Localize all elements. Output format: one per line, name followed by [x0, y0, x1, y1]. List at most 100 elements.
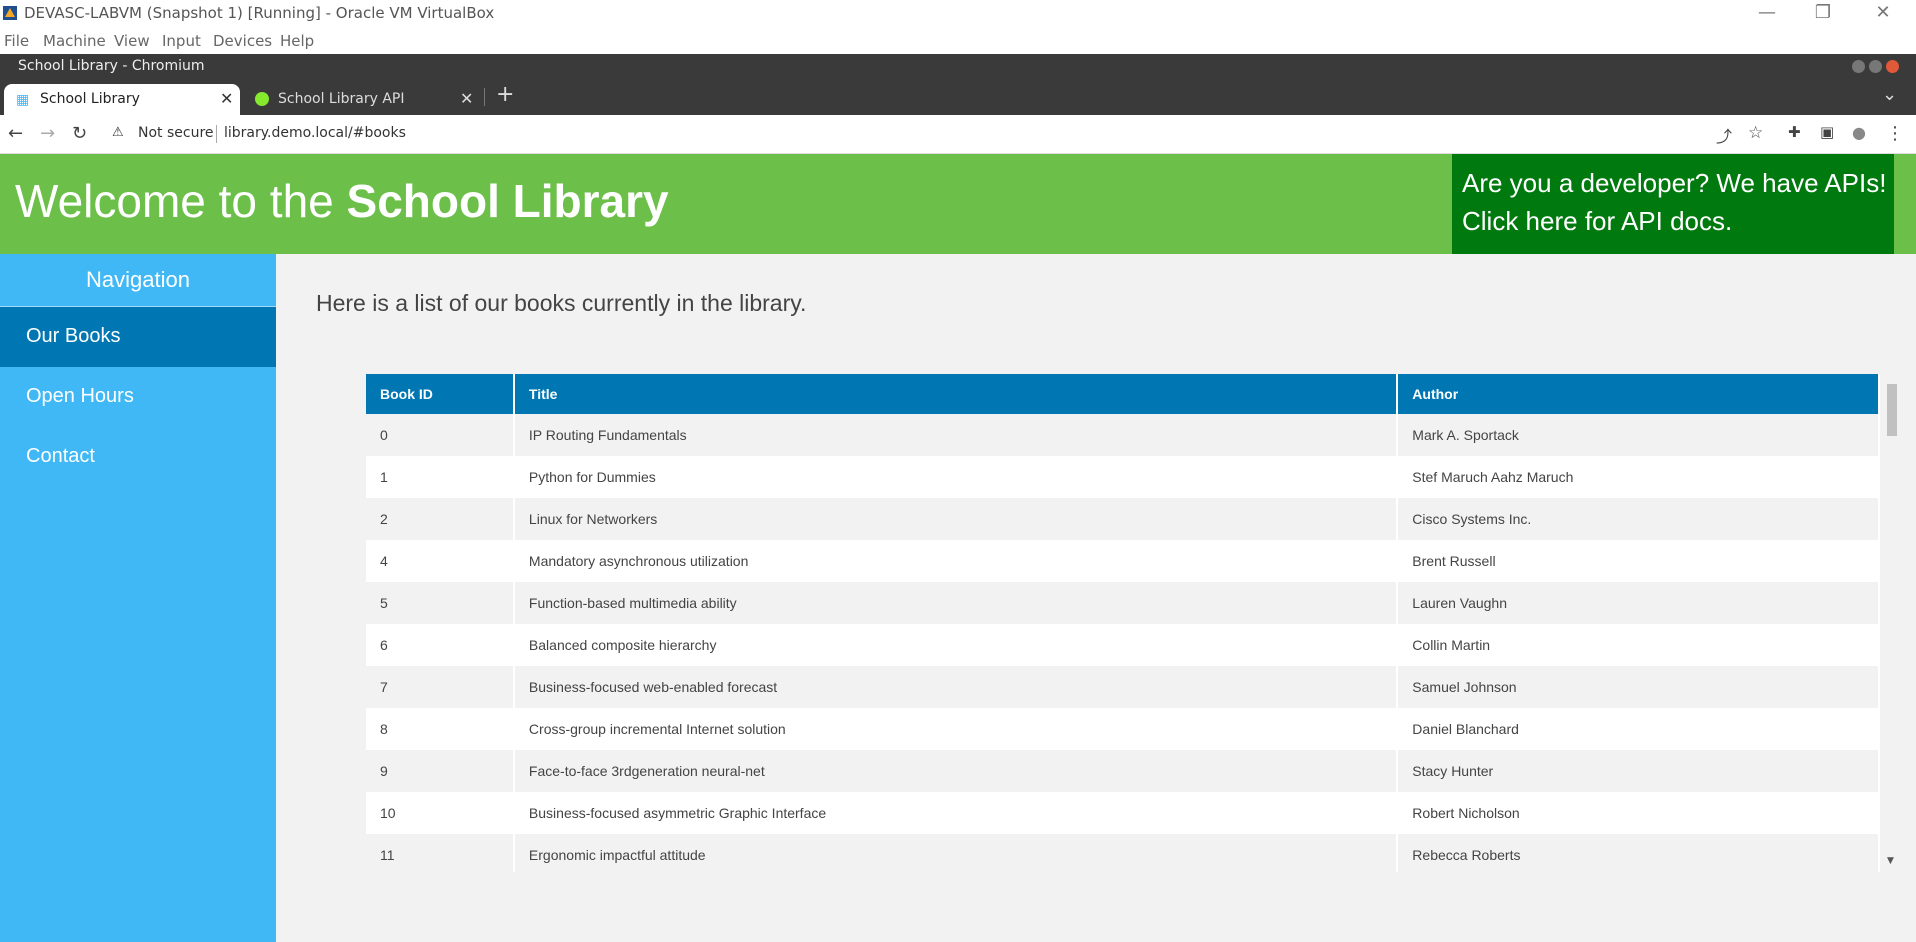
restore-button[interactable]: ❐: [1800, 0, 1846, 28]
cell-book-id: 10: [366, 792, 515, 834]
security-status[interactable]: Not secure: [138, 125, 214, 141]
vbox-titlebar: DEVASC-LABVM (Snapshot 1) [Running] - Or…: [0, 0, 1916, 28]
vbox-window-title: DEVASC-LABVM (Snapshot 1) [Running] - Or…: [24, 4, 495, 22]
chromium-titlebar: School Library - Chromium: [0, 54, 1916, 80]
api-docs-link[interactable]: Are you a developer? We have APIs! Click…: [1452, 154, 1894, 254]
table-row: 2 Linux for Networkers Cisco Systems Inc.: [366, 498, 1880, 540]
nav-item-our-books[interactable]: Our Books: [0, 307, 276, 367]
cell-title: Linux for Networkers: [513, 498, 1399, 540]
browser-toolbar: ← → ↻ ⚠ Not secure library.demo.local/#b…: [0, 115, 1916, 154]
cell-title: Function-based multimedia ability: [513, 582, 1399, 624]
side-panel-icon[interactable]: ▣: [1820, 123, 1834, 141]
cell-author: Stef Maruch Aahz Maruch: [1397, 456, 1880, 498]
cell-title: Cross-group incremental Internet solutio…: [513, 708, 1399, 750]
navigation-heading: Navigation: [0, 254, 276, 307]
tab-close-icon[interactable]: ✕: [220, 89, 233, 108]
table-row: 0 IP Routing Fundamentals Mark A. Sportack: [366, 414, 1880, 456]
tab-strip: ▦ School Library ✕ School Library API ✕ …: [0, 80, 1916, 115]
cell-title: Face-to-face 3rdgeneration neural-net: [513, 750, 1399, 792]
menu-help[interactable]: Help: [280, 32, 314, 50]
column-header-book-id[interactable]: Book ID: [366, 374, 515, 414]
omnibox[interactable]: ⚠ Not secure library.demo.local/#books: [104, 119, 1760, 149]
cell-author: Cisco Systems Inc.: [1397, 498, 1880, 540]
cell-author: Daniel Blanchard: [1397, 708, 1880, 750]
reload-icon[interactable]: ↻: [72, 123, 87, 144]
tab-close-icon[interactable]: ✕: [460, 89, 473, 108]
new-tab-button[interactable]: +: [496, 82, 514, 107]
browser-maximize-button[interactable]: [1869, 60, 1882, 73]
close-window-button[interactable]: ✕: [1860, 0, 1906, 28]
cell-title: Business-focused asymmetric Graphic Inte…: [513, 792, 1399, 834]
cell-book-id: 8: [366, 708, 515, 750]
main-content: Here is a list of our books currently in…: [276, 254, 1916, 942]
table-row: 8 Cross-group incremental Internet soluti…: [366, 708, 1880, 750]
cell-author: Robert Nicholson: [1397, 792, 1880, 834]
cell-author: Collin Martin: [1397, 624, 1880, 666]
table-row: 1 Python for Dummies Stef Maruch Aahz Maru…: [366, 456, 1880, 498]
bookmark-star-icon[interactable]: ☆: [1748, 123, 1763, 143]
books-table-container[interactable]: Book ID Title Author 0 IP Routing Fundame…: [366, 374, 1884, 872]
back-arrow-icon[interactable]: ←: [8, 123, 23, 144]
table-scrollbar[interactable]: ▼: [1884, 374, 1900, 872]
tab-search-chevron-icon[interactable]: ⌄: [1882, 84, 1897, 105]
cell-book-id: 0: [366, 414, 515, 456]
cell-title: Mandatory asynchronous utilization: [513, 540, 1399, 582]
cell-author: Lauren Vaughn: [1397, 582, 1880, 624]
table-row: 9 Face-to-face 3rdgeneration neural-net St…: [366, 750, 1880, 792]
cell-title: Business-focused web-enabled forecast: [513, 666, 1399, 708]
cell-author: Rebecca Roberts: [1397, 834, 1880, 872]
menu-view[interactable]: View: [114, 32, 150, 50]
minimize-button[interactable]: —: [1744, 0, 1790, 28]
extensions-icon[interactable]: ✚: [1788, 123, 1801, 141]
page-title: Welcome to the School Library: [15, 174, 669, 228]
cell-book-id: 7: [366, 666, 515, 708]
table-row: 7 Business-focused web-enabled forecast Sa…: [366, 666, 1880, 708]
menu-devices[interactable]: Devices: [213, 32, 272, 50]
api-promo-line: Are you a developer? We have APIs!: [1462, 168, 1887, 198]
cell-title: IP Routing Fundamentals: [513, 414, 1399, 456]
cell-author: Stacy Hunter: [1397, 750, 1880, 792]
url-text[interactable]: library.demo.local/#books: [224, 125, 406, 141]
api-docs-line: Click here for API docs.: [1462, 206, 1733, 236]
tab-label: School Library API: [278, 91, 405, 107]
cell-book-id: 1: [366, 456, 515, 498]
cell-author: Brent Russell: [1397, 540, 1880, 582]
cell-title: Ergonomic impactful attitude: [513, 834, 1399, 872]
cell-book-id: 6: [366, 624, 515, 666]
tab-school-library-api[interactable]: School Library API ✕: [244, 84, 480, 115]
table-row: 10 Business-focused asymmetric Graphic In…: [366, 792, 1880, 834]
cell-author: Mark A. Sportack: [1397, 414, 1880, 456]
cell-title: Balanced composite hierarchy: [513, 624, 1399, 666]
profile-avatar-icon[interactable]: ●: [1852, 123, 1866, 142]
table-header-row: Book ID Title Author: [366, 374, 1880, 414]
browser-minimize-button[interactable]: [1852, 60, 1865, 73]
scrollbar-thumb[interactable]: [1887, 384, 1897, 436]
scroll-down-arrow-icon[interactable]: ▼: [1887, 856, 1894, 866]
menu-machine[interactable]: Machine: [43, 32, 106, 50]
cell-book-id: 9: [366, 750, 515, 792]
page-title-brand: School Library: [346, 175, 669, 227]
nav-item-contact[interactable]: Contact: [0, 427, 276, 487]
browser-menu-icon[interactable]: ⋮: [1886, 123, 1904, 144]
table-row: 5 Function-based multimedia ability Lauren…: [366, 582, 1880, 624]
table-row: 6 Balanced composite hierarchy Collin Mart…: [366, 624, 1880, 666]
browser-close-button[interactable]: [1886, 60, 1899, 73]
column-header-author[interactable]: Author: [1397, 374, 1880, 414]
forward-arrow-icon[interactable]: →: [40, 123, 55, 144]
tab-school-library[interactable]: ▦ School Library ✕: [4, 84, 240, 115]
books-table: Book ID Title Author 0 IP Routing Fundame…: [366, 374, 1880, 872]
warning-icon[interactable]: ⚠: [112, 125, 124, 140]
nav-item-open-hours[interactable]: Open Hours: [0, 367, 276, 427]
books-table-body: 0 IP Routing Fundamentals Mark A. Sportack…: [366, 414, 1880, 872]
table-row: 4 Mandatory asynchronous utilization Brent…: [366, 540, 1880, 582]
share-icon[interactable]: ⤴: [1716, 123, 1732, 147]
omnibox-divider: [216, 125, 217, 143]
browser-window-title: School Library - Chromium: [18, 58, 205, 74]
page-title-prefix: Welcome to the: [15, 175, 347, 227]
column-header-title[interactable]: Title: [513, 374, 1399, 414]
sidebar: Navigation Our Books Open Hours Contact: [0, 254, 276, 942]
menu-file[interactable]: File: [4, 32, 29, 50]
swagger-favicon-icon: [255, 92, 269, 106]
menu-input[interactable]: Input: [162, 32, 201, 50]
intro-text: Here is a list of our books currently in…: [316, 290, 807, 316]
